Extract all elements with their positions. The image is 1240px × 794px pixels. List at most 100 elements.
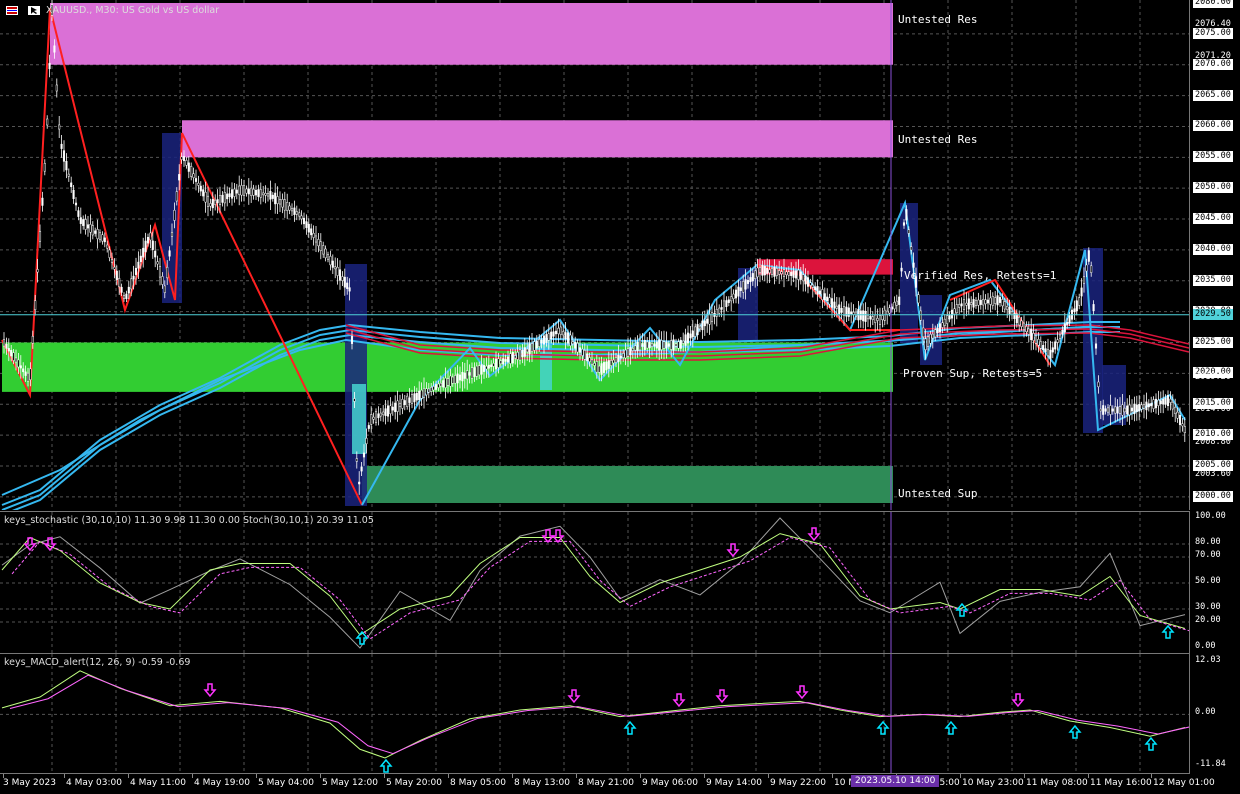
candle-body [977, 299, 980, 306]
time-axis-label: 9 May 22:00 [770, 778, 826, 788]
candle-body [811, 284, 814, 288]
candle-body [199, 185, 202, 192]
candle-body [782, 269, 786, 277]
candle-body [259, 189, 262, 198]
candle-body [581, 348, 584, 356]
candle-body [816, 286, 819, 295]
candle-body [355, 458, 358, 462]
candle-body [242, 185, 246, 196]
candle-body [732, 293, 735, 299]
candle-body [34, 300, 37, 310]
macd-axis[interactable]: 12.03 0.00 -11.84 [1190, 653, 1240, 773]
candle-body [158, 265, 162, 278]
sell-arrow-icon [795, 685, 809, 700]
candle-body [1097, 381, 1100, 388]
price-chart-pane[interactable]: XAUUSD., M30: US Gold vs US dollar Untes… [0, 0, 1190, 510]
candle-body [828, 297, 831, 305]
time-axis-tick [1024, 774, 1025, 778]
candle-body [576, 342, 579, 353]
macd-pane[interactable]: keys_MACD_alert(12, 26, 9) -0.59 -0.69 [0, 653, 1190, 774]
candle-body [300, 215, 303, 220]
candle-body [540, 339, 543, 344]
candle-body [744, 279, 747, 290]
candle-body [672, 339, 675, 351]
candle-body [521, 349, 524, 358]
candle-body [574, 341, 577, 349]
stoch-signal-line [1, 533, 1186, 636]
price-chart-canvas[interactable] [0, 0, 1189, 510]
cursor-arrow-icon[interactable] [28, 6, 40, 15]
buy-arrow-icon [1068, 724, 1082, 739]
time-axis-tick [192, 774, 193, 778]
price-axis[interactable]: 2080.00 2076.40 2075.00 2071.20 2070.00 2065.… [1190, 0, 1240, 510]
candle-body [1061, 329, 1064, 335]
candle-body [14, 357, 18, 363]
candle-body [523, 347, 526, 357]
candle-body [948, 314, 951, 320]
candle-body [943, 318, 946, 326]
candle-body [60, 143, 63, 149]
candle-body [886, 310, 889, 315]
candle-body [739, 287, 742, 291]
candle-body [766, 268, 769, 274]
candle-body [211, 199, 214, 209]
candle-body [106, 244, 109, 249]
stochastic-canvas[interactable] [0, 512, 1189, 653]
candle-body [708, 313, 711, 325]
candle-body [166, 266, 169, 279]
candle-body [1135, 404, 1138, 412]
stoch-axis-label: 30.00 [1195, 602, 1221, 612]
chart-flag-icon[interactable] [6, 6, 18, 15]
candle-body [778, 270, 781, 275]
time-axis[interactable]: 3 May 2023 4 May 03:00 4 May 11:00 4 May 19… [0, 773, 1215, 794]
sell-arrow-icon [807, 527, 821, 542]
candle-body [974, 300, 978, 306]
candle-body [374, 411, 378, 423]
candle-body [996, 295, 999, 306]
macd-line [1, 670, 1186, 759]
price-axis-label: 2019.20 [1195, 372, 1231, 383]
candle-body [1102, 405, 1105, 415]
candle-body [1015, 313, 1018, 324]
time-axis-tick [1151, 774, 1152, 778]
macd-canvas[interactable] [0, 654, 1189, 774]
candle-body [442, 380, 445, 388]
candle-body [19, 365, 22, 369]
stochastic-axis[interactable]: 100.00 80.00 70.00 50.00 30.00 20.00 0.00 [1190, 511, 1240, 652]
candle-body [1174, 406, 1177, 414]
candle-body [718, 307, 721, 314]
candle-body [1090, 265, 1093, 273]
candle-body [365, 437, 368, 445]
candle-body [283, 199, 286, 211]
candle-body [674, 343, 678, 347]
zone-label-untested-res-2: Untested Res [898, 133, 978, 146]
candle-body [1109, 405, 1112, 415]
candle-body [456, 373, 459, 384]
candle-body [209, 203, 212, 207]
candle-body [742, 281, 745, 293]
candle-body [120, 286, 123, 293]
candle-body [358, 481, 361, 485]
candle-body [48, 62, 51, 70]
zone-label-verified-res: Verified Res, Retests=1 [904, 269, 1057, 282]
candle-body [545, 334, 548, 343]
candle-body [334, 266, 337, 270]
candle-body [730, 296, 733, 302]
candle-body [677, 341, 680, 349]
candle-body [686, 332, 690, 344]
time-axis-label: 5 May 12:00 [322, 778, 378, 788]
candle-body [161, 276, 164, 285]
candle-body [727, 299, 730, 303]
sell-arrow-icon [715, 689, 729, 704]
candle-body [962, 299, 966, 310]
candle-body [418, 390, 421, 401]
time-axis-tick [576, 774, 577, 778]
candle-body [24, 371, 27, 376]
price-axis-label: 2000.00 [1193, 490, 1233, 502]
candle-body [780, 271, 783, 275]
stochastic-pane[interactable]: keys_stochastic (30,10,10) 11.30 9.98 11… [0, 511, 1190, 653]
candle-body [492, 363, 495, 367]
candle-body [1042, 344, 1045, 351]
candle-body [17, 359, 20, 368]
candle-body [746, 280, 750, 284]
